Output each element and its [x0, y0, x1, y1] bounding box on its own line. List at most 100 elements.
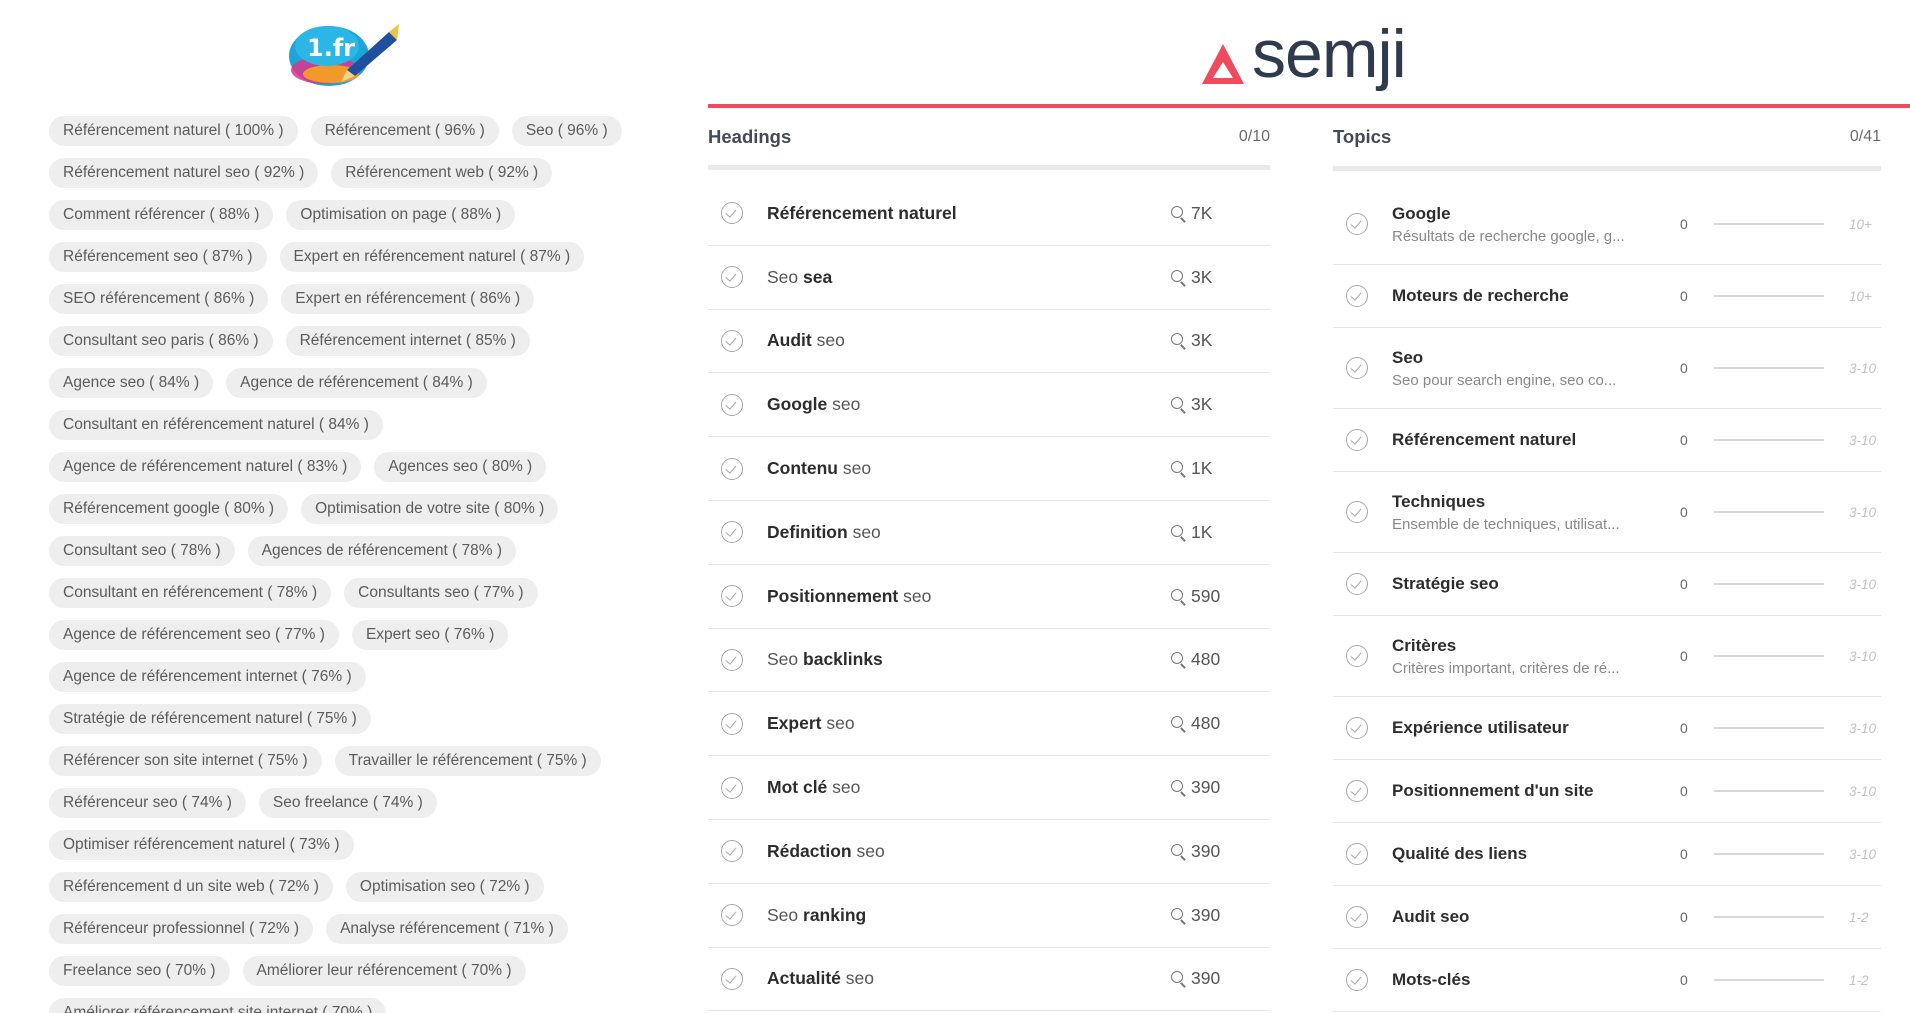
check-circle-icon[interactable] [1346, 357, 1368, 379]
heading-row[interactable]: Audit seo 3K [708, 310, 1270, 374]
keyword-chip[interactable]: Référencement internet ( 85% ) [285, 326, 530, 356]
topic-row[interactable]: Moteurs de recherche 0 10+ [1333, 265, 1881, 328]
check-circle-icon[interactable] [721, 840, 743, 863]
check-circle-icon[interactable] [721, 202, 743, 225]
check-circle-icon[interactable] [721, 712, 743, 735]
heading-row[interactable]: Référencement naturel 7K [708, 182, 1270, 246]
check-circle-icon[interactable] [1346, 645, 1368, 667]
topic-row[interactable]: Expérience utilisateur 0 3-10 [1333, 697, 1881, 760]
keyword-chip[interactable]: Agences seo ( 80% ) [374, 452, 547, 482]
keyword-chip[interactable]: Agence de référencement internet ( 76% ) [49, 662, 366, 692]
keyword-chip[interactable]: Stratégie de référencement naturel ( 75%… [49, 704, 371, 734]
topic-text: Seo Seo pour search engine, seo co... [1392, 348, 1676, 389]
check-circle-icon[interactable] [1346, 429, 1368, 451]
topic-target-range: 3-10 [1849, 648, 1877, 664]
keyword-chip[interactable]: Consultant en référencement naturel ( 84… [49, 410, 383, 440]
check-circle-icon[interactable] [1346, 717, 1368, 739]
check-circle-icon[interactable] [721, 457, 743, 480]
keyword-chip[interactable]: Agence de référencement naturel ( 83% ) [49, 452, 362, 482]
keyword-chip[interactable]: Travailler le référencement ( 75% ) [334, 746, 601, 776]
check-circle-icon[interactable] [721, 967, 743, 990]
semji-logo: semji [1200, 18, 1430, 94]
heading-row[interactable]: Contenu seo 1K [708, 437, 1270, 501]
topic-row[interactable]: Critères Critères important, critères de … [1333, 616, 1881, 697]
keyword-chip[interactable]: Référencer son site internet ( 75% ) [49, 746, 322, 776]
check-circle-icon[interactable] [721, 521, 743, 544]
check-circle-icon[interactable] [721, 585, 743, 608]
check-circle-icon[interactable] [1346, 906, 1368, 928]
check-circle-icon[interactable] [721, 648, 743, 671]
heading-row[interactable]: Google seo 3K [708, 373, 1270, 438]
keyword-chip[interactable]: Seo freelance ( 74% ) [258, 788, 437, 818]
topic-progress-track [1714, 223, 1824, 225]
heading-row[interactable]: Mot clé seo 390 [708, 756, 1270, 820]
keyword-chip[interactable]: Freelance seo ( 70% ) [49, 956, 230, 986]
check-circle-icon[interactable] [721, 904, 743, 927]
heading-row[interactable]: Expert seo 480 [708, 692, 1270, 757]
search-volume: 390 [1170, 905, 1270, 926]
keyword-chip[interactable]: Référencement ( 96% ) [310, 116, 499, 146]
keyword-chip[interactable]: Agences de référencement ( 78% ) [247, 536, 517, 566]
keyword-chip[interactable]: Référenceur professionnel ( 72% ) [49, 914, 314, 944]
keyword-chip[interactable]: Seo ( 96% ) [511, 116, 622, 146]
check-circle-icon[interactable] [1346, 285, 1368, 307]
keyword-chip[interactable]: Optimisation seo ( 72% ) [345, 872, 544, 902]
topic-row[interactable]: Audit seo 0 1-2 [1333, 886, 1881, 949]
topic-count: 0 [1680, 432, 1688, 448]
check-circle-icon[interactable] [1346, 213, 1368, 235]
heading-row[interactable]: Seo ranking 390 [708, 884, 1270, 948]
check-circle-icon[interactable] [721, 329, 743, 352]
keyword-chip[interactable]: Améliorer leur référencement ( 70% ) [242, 956, 526, 986]
keyword-chip[interactable]: Référencement web ( 92% ) [331, 158, 553, 188]
heading-row[interactable]: Seo backlinks 480 [708, 629, 1270, 693]
check-circle-icon[interactable] [1346, 501, 1368, 523]
keyword-chip[interactable]: Améliorer référencement site internet ( … [49, 998, 387, 1013]
keyword-chip[interactable]: Agence de référencement seo ( 77% ) [49, 620, 339, 650]
search-volume-value: 3K [1191, 266, 1213, 287]
topic-row[interactable]: Qualité des liens 0 3-10 [1333, 823, 1881, 886]
check-circle-icon[interactable] [1346, 780, 1368, 802]
check-circle-icon[interactable] [1346, 843, 1368, 865]
keyword-chip[interactable]: Expert seo ( 76% ) [351, 620, 509, 650]
topic-row[interactable]: Référencement naturel 0 3-10 [1333, 409, 1881, 472]
keyword-chip[interactable]: Référencement google ( 80% ) [49, 494, 289, 524]
topic-row[interactable]: Seo Seo pour search engine, seo co... 0 3-1… [1333, 328, 1881, 409]
topic-count: 0 [1680, 360, 1688, 376]
keyword-chip[interactable]: Consultant seo ( 78% ) [49, 536, 235, 566]
heading-row[interactable]: Seo sea 3K [708, 246, 1270, 310]
keyword-chip[interactable]: Consultants seo ( 77% ) [344, 578, 538, 608]
keyword-chip[interactable]: Consultant en référencement ( 78% ) [49, 578, 332, 608]
heading-row[interactable]: Actualité seo 390 [708, 948, 1270, 1012]
keyword-chip[interactable]: Optimisation on page ( 88% ) [286, 200, 516, 230]
keyword-chip[interactable]: Référencement d un site web ( 72% ) [49, 872, 333, 902]
check-circle-icon[interactable] [1346, 573, 1368, 595]
keyword-chip[interactable]: Consultant seo paris ( 86% ) [49, 326, 273, 356]
heading-row[interactable]: Definition seo 1K [708, 501, 1270, 565]
search-icon [1170, 651, 1187, 668]
keyword-chip[interactable]: Référencement seo ( 87% ) [49, 242, 267, 272]
keyword-chip[interactable]: Expert en référencement naturel ( 87% ) [279, 242, 585, 272]
check-circle-icon[interactable] [721, 266, 743, 289]
topic-row[interactable]: Mots-clés 0 1-2 [1333, 949, 1881, 1012]
keyword-chip[interactable]: Référencement naturel ( 100% ) [49, 116, 298, 146]
keyword-chip[interactable]: Analyse référencement ( 71% ) [326, 914, 568, 944]
keyword-chip[interactable]: Comment référencer ( 88% ) [49, 200, 274, 230]
keyword-chip[interactable]: Référenceur seo ( 74% ) [49, 788, 246, 818]
keyword-chip[interactable]: Agence seo ( 84% ) [49, 368, 214, 398]
keyword-chip[interactable]: Optimisation de votre site ( 80% ) [301, 494, 559, 524]
topic-progress-track [1714, 439, 1824, 441]
keyword-chip[interactable]: SEO référencement ( 86% ) [49, 284, 269, 314]
check-circle-icon[interactable] [1346, 969, 1368, 991]
check-circle-icon[interactable] [721, 776, 743, 799]
heading-row[interactable]: Rédaction seo 390 [708, 820, 1270, 884]
topic-row[interactable]: Google Résultats de recherche google, g..… [1333, 184, 1881, 265]
keyword-chip[interactable]: Expert en référencement ( 86% ) [281, 284, 535, 314]
topic-row[interactable]: Positionnement d'un site 0 3-10 [1333, 760, 1881, 823]
topic-row[interactable]: Techniques Ensemble de techniques, utilis… [1333, 472, 1881, 553]
keyword-chip[interactable]: Référencement naturel seo ( 92% ) [49, 158, 319, 188]
topic-row[interactable]: Stratégie seo 0 3-10 [1333, 553, 1881, 616]
keyword-chip[interactable]: Optimiser référencement naturel ( 73% ) [49, 830, 354, 860]
keyword-chip[interactable]: Agence de référencement ( 84% ) [226, 368, 487, 398]
check-circle-icon[interactable] [721, 393, 743, 416]
heading-row[interactable]: Positionnement seo 590 [708, 565, 1270, 629]
